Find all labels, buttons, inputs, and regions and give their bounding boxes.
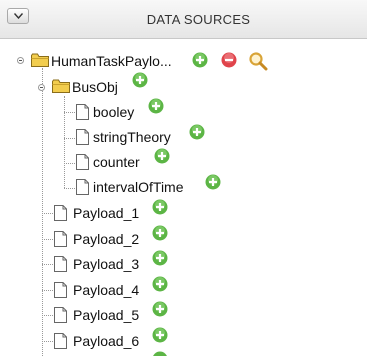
add-icon[interactable] [152,301,168,317]
folder-icon [31,53,49,67]
tree-node-label[interactable]: stringTheory [93,128,171,146]
tree-node-label[interactable]: Payload_3 [73,255,139,273]
tree-connector-branch [42,290,53,291]
add-icon[interactable] [152,250,168,266]
document-icon [54,205,67,221]
remove-icon[interactable] [221,52,237,68]
tree-connector-root [42,68,43,356]
tree-connector-branch [42,315,53,316]
tree-node-label[interactable]: intervalOfTime [93,178,184,196]
add-icon[interactable] [148,98,164,114]
collapse-button[interactable] [7,8,29,24]
document-icon [76,129,89,145]
folder-icon [52,79,70,93]
tree-node-label[interactable]: Payload_6 [73,332,139,350]
add-icon[interactable] [205,174,221,190]
tree-connector-branch [42,239,53,240]
document-icon [54,231,67,247]
tree-connector-branch [42,213,53,214]
add-icon[interactable] [192,52,208,68]
tree-node-label[interactable]: BusObj [72,78,118,96]
panel-title: DATA SOURCES [146,12,251,27]
add-icon[interactable] [189,124,205,140]
document-icon [76,179,89,195]
tree-connector-busobj [64,96,65,188]
chevron-down-icon [14,13,23,19]
tree-node-label[interactable]: HumanTaskPaylo... [51,52,172,70]
tree-node-label[interactable]: Payload_1 [73,204,139,222]
tree-connector-branch [42,264,53,265]
data-sources-panel: DATA SOURCES HumanTaskPaylo... BusObj bo… [0,0,367,356]
add-icon[interactable] [152,276,168,292]
tree-connector-branch [64,112,75,113]
add-icon[interactable] [152,199,168,215]
document-icon [54,282,67,298]
tree-node-label[interactable]: booley [93,103,134,121]
tree-connector-branch [64,188,75,189]
tree-node-label[interactable]: Payload_5 [73,306,139,324]
collapse-node-icon[interactable] [38,84,45,91]
document-icon [76,154,89,170]
search-icon[interactable] [248,51,268,71]
add-icon[interactable] [152,351,168,356]
add-icon[interactable] [132,72,148,88]
tree-connector-branch [42,341,53,342]
tree-node-label[interactable]: counter [93,153,140,171]
tree-node-label[interactable]: Payload_4 [73,281,139,299]
document-icon [76,104,89,120]
panel-header: DATA SOURCES [0,0,367,39]
document-icon [54,307,67,323]
tree-connector-branch [64,163,75,164]
add-icon[interactable] [152,327,168,343]
add-icon[interactable] [152,225,168,241]
document-icon [54,333,67,349]
tree-node-label[interactable]: Payload_2 [73,230,139,248]
tree-connector-branch [64,138,75,139]
collapse-node-icon[interactable] [17,57,24,64]
document-icon [54,256,67,272]
add-icon[interactable] [154,148,170,164]
